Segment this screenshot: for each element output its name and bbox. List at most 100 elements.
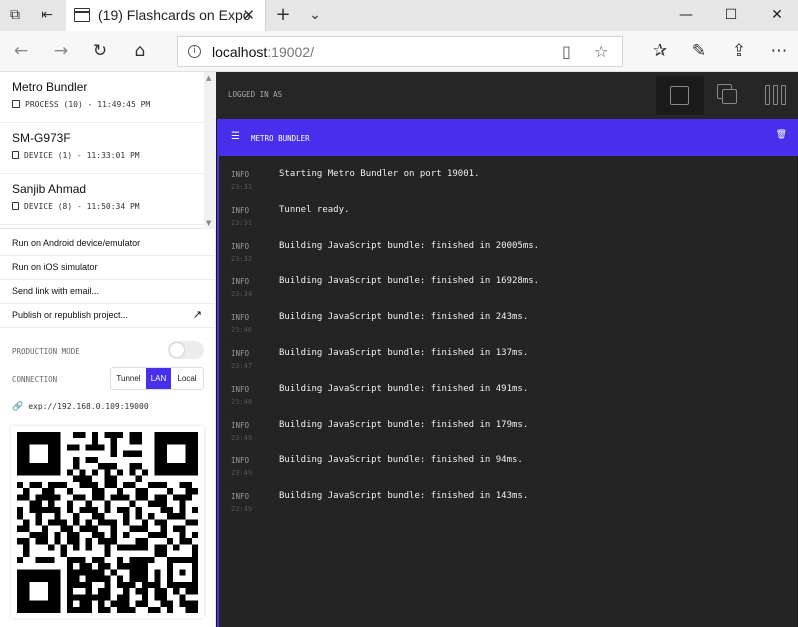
action-label: Send link with email... bbox=[12, 286, 100, 296]
device-list-scrollbar[interactable]: ▲ ▼ bbox=[204, 72, 216, 229]
scroll-down-icon[interactable]: ▼ bbox=[206, 219, 211, 227]
log-level: INFO bbox=[231, 277, 250, 287]
web-note-pen-icon[interactable]: ✎ bbox=[688, 40, 710, 62]
back-icon[interactable]: ← bbox=[10, 40, 32, 62]
log-time: 23:46 bbox=[231, 326, 253, 335]
qr-code bbox=[17, 432, 198, 613]
production-mode-toggle[interactable] bbox=[168, 341, 204, 359]
log-message: Tunnel ready. bbox=[279, 204, 350, 215]
address-bar[interactable]: i localhost:19002/ ▯ ☆ bbox=[177, 36, 623, 67]
log-entry: INFO 23:32 Building JavaScript bundle: fin… bbox=[219, 228, 797, 264]
forward-icon[interactable]: → bbox=[50, 40, 72, 62]
log-time: 23:49 bbox=[231, 469, 253, 478]
log-entry: INFO 23:31 Tunnel ready. bbox=[219, 192, 797, 228]
phone-icon bbox=[12, 202, 19, 210]
tab-title: (19) Flashcards on Expo bbox=[98, 7, 251, 23]
log-entry: INFO 23:49 Building JavaScript bundle: fin… bbox=[219, 442, 797, 478]
external-link-arrow-icon: ↗ bbox=[192, 308, 202, 321]
browser-navbar: ← → ↻ ⌂ i localhost:19002/ ▯ ☆ ✰ ✎ ⇪ ⋯ bbox=[0, 31, 798, 72]
more-menu-icon[interactable]: ⋯ bbox=[768, 40, 790, 62]
log-entry: INFO 23:49 Building JavaScript bundle: fin… bbox=[219, 478, 797, 514]
device-list: Metro Bundler PROCESS (10) - 11:49:45 PM… bbox=[0, 72, 216, 229]
scroll-up-icon[interactable]: ▲ bbox=[206, 74, 211, 82]
log-time: 23:31 bbox=[231, 218, 253, 227]
log-level: INFO bbox=[231, 420, 250, 430]
log-entry: INFO 23:34 Building JavaScript bundle: fin… bbox=[219, 263, 797, 299]
log-time: 23:34 bbox=[231, 290, 253, 299]
connection-selector: Tunnel LAN Local bbox=[110, 367, 204, 390]
device-name: Metro Bundler bbox=[12, 80, 88, 94]
browser-titlebar: ⧉ ⇤ (19) Flashcards on Expo ✕ + ⌄ — ☐ ✕ bbox=[0, 0, 798, 31]
action-label: Run on Android device/emulator bbox=[12, 238, 141, 248]
columns-icon-right bbox=[781, 85, 786, 105]
qr-code-card bbox=[11, 426, 204, 618]
action-label: Publish or republish project... bbox=[12, 310, 129, 320]
action-label: Run on iOS simulator bbox=[12, 262, 98, 272]
log-message: Building JavaScript bundle: finished in … bbox=[279, 348, 529, 358]
log-list: INFO 23:31 Starting Metro Bundler on port … bbox=[219, 156, 797, 627]
log-time: 23:49 bbox=[231, 433, 253, 442]
log-entry: INFO 23:49 Building JavaScript bundle: fin… bbox=[219, 407, 797, 443]
connection-lan-button[interactable]: LAN bbox=[146, 368, 171, 389]
log-time: 23:31 bbox=[231, 183, 253, 191]
log-entry: INFO 23:47 Building JavaScript bundle: fin… bbox=[219, 335, 797, 371]
new-tab-icon[interactable]: + bbox=[274, 6, 292, 24]
layers-icon: ☰ bbox=[231, 131, 240, 142]
log-message: Building JavaScript bundle: finished in … bbox=[279, 383, 529, 394]
log-time: 23:32 bbox=[231, 254, 253, 263]
refresh-icon[interactable]: ↻ bbox=[89, 40, 111, 62]
close-window-icon[interactable]: ✕ bbox=[757, 4, 797, 26]
main-area: LOGGED IN AS ☰ METRO BUNDLER 🗑 INFO 23:31… bbox=[216, 72, 798, 627]
address-url[interactable]: localhost:19002/ bbox=[212, 44, 314, 60]
connection-tunnel-button[interactable]: Tunnel bbox=[111, 368, 146, 389]
log-level: INFO bbox=[231, 349, 250, 358]
set-tabs-aside-icon[interactable]: ⇤ bbox=[38, 6, 56, 24]
log-message: Building JavaScript bundle: finished in … bbox=[279, 312, 529, 323]
metro-bundler-panel: ☰ METRO BUNDLER 🗑 INFO 23:31 Starting Metr… bbox=[217, 119, 798, 627]
process-cube-icon bbox=[12, 100, 20, 108]
reading-view-icon[interactable]: ▯ bbox=[562, 42, 571, 61]
maximize-icon[interactable]: ☐ bbox=[711, 4, 751, 26]
production-mode-label: PRODUCTION MODE bbox=[12, 347, 80, 356]
link-icon: 🔗 bbox=[12, 402, 24, 412]
double-pane-view-button[interactable] bbox=[704, 76, 752, 115]
log-entry: INFO 23:46 Building JavaScript bundle: fin… bbox=[219, 299, 797, 335]
device-status: DEVICE (8) - 11:50:34 PM bbox=[12, 202, 140, 211]
log-message: Building JavaScript bundle: finished in … bbox=[279, 491, 529, 502]
exp-url[interactable]: 🔗 exp://192.168.0.109:19000 bbox=[12, 402, 149, 412]
device-name: SM-G973F bbox=[12, 131, 71, 145]
log-time: 23:48 bbox=[231, 397, 253, 406]
favorite-star-icon[interactable]: ☆ bbox=[594, 42, 608, 61]
tab-close-icon[interactable]: ✕ bbox=[242, 6, 255, 24]
tab-list-chevron-icon[interactable]: ⌄ bbox=[306, 6, 324, 24]
clear-logs-trash-icon[interactable]: 🗑 bbox=[776, 130, 787, 140]
share-icon[interactable]: ⇪ bbox=[728, 40, 750, 62]
single-pane-icon bbox=[670, 86, 689, 105]
connection-local-button[interactable]: Local bbox=[171, 368, 203, 389]
home-icon[interactable]: ⌂ bbox=[129, 40, 151, 62]
log-message: Building JavaScript bundle: finished in … bbox=[279, 419, 529, 430]
device-item-sanjib-ahmad[interactable]: Sanjib Ahmad DEVICE (8) - 11:50:34 PM bbox=[0, 174, 204, 225]
log-time: 23:49 bbox=[231, 505, 253, 514]
tab-flashcards[interactable]: (19) Flashcards on Expo ✕ bbox=[66, 0, 266, 31]
single-pane-view-button[interactable] bbox=[656, 76, 704, 115]
minimize-icon[interactable]: — bbox=[666, 4, 706, 26]
columns-view-button[interactable] bbox=[752, 76, 798, 115]
site-info-icon[interactable]: i bbox=[188, 45, 201, 58]
columns-icon-mid bbox=[773, 85, 778, 105]
tab-manager-icon[interactable]: ⧉ bbox=[6, 6, 24, 24]
run-ios-button[interactable]: Run on iOS simulator bbox=[0, 256, 216, 280]
log-entry: INFO 23:31 Starting Metro Bundler on port … bbox=[219, 156, 797, 192]
main-header: LOGGED IN AS bbox=[216, 72, 798, 119]
device-item-metro-bundler[interactable]: Metro Bundler PROCESS (10) - 11:49:45 PM bbox=[0, 72, 204, 123]
log-level: INFO bbox=[231, 205, 250, 215]
device-name: Sanjib Ahmad bbox=[12, 182, 87, 196]
run-android-button[interactable]: Run on Android device/emulator bbox=[0, 232, 216, 256]
panel-header: ☰ METRO BUNDLER 🗑 bbox=[219, 119, 798, 156]
log-time: 23:47 bbox=[231, 362, 253, 370]
device-item-sm-g973f[interactable]: SM-G973F DEVICE (1) - 11:33:01 PM bbox=[0, 123, 204, 174]
favorites-list-icon[interactable]: ✰ bbox=[649, 40, 671, 62]
publish-button[interactable]: Publish or republish project... ↗ bbox=[0, 304, 216, 328]
send-link-button[interactable]: Send link with email... bbox=[0, 280, 216, 304]
log-level: INFO bbox=[231, 384, 250, 394]
